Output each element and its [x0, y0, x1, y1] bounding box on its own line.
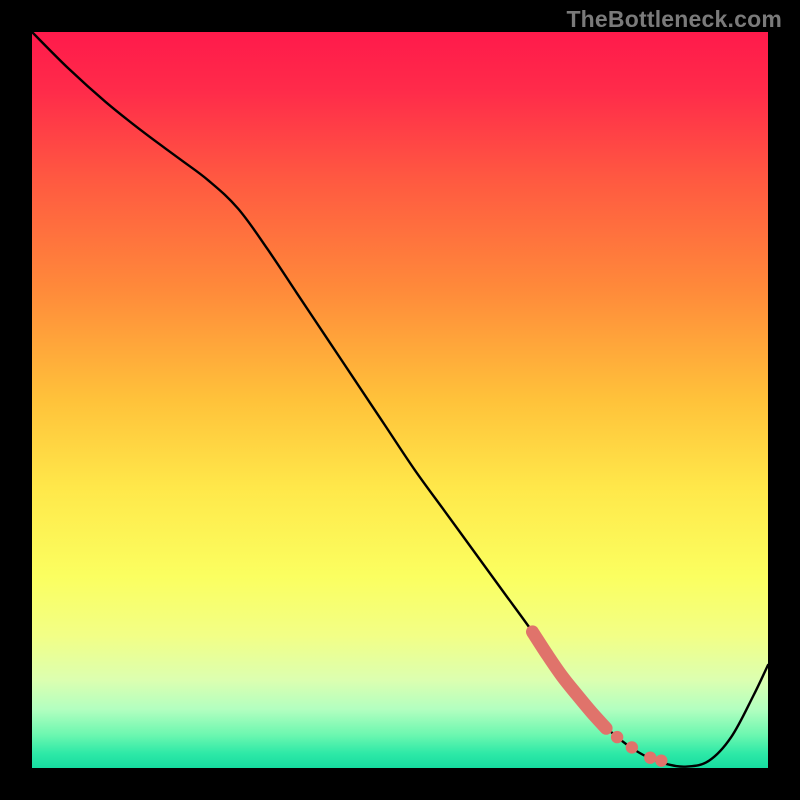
highlight-dot	[655, 754, 667, 766]
highlight-dot	[611, 731, 623, 743]
chart-frame: TheBottleneck.com	[0, 0, 800, 800]
watermark-text: TheBottleneck.com	[566, 6, 782, 33]
plot-background	[32, 32, 768, 768]
bottleneck-chart	[0, 0, 800, 800]
highlight-dot	[626, 741, 638, 753]
highlight-dot	[644, 751, 656, 763]
